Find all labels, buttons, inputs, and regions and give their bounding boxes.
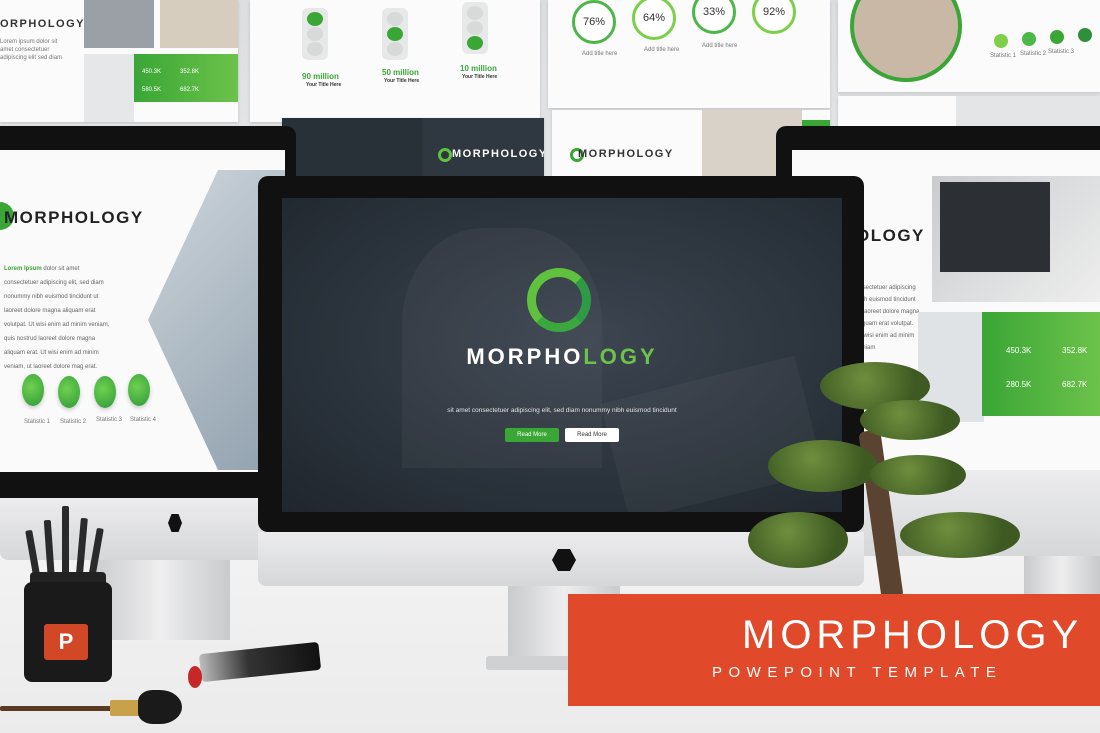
stat-bubble (58, 376, 80, 408)
slide-thumb-gauges: 76% 64% 33% 92% Add title here Add title… (548, 0, 830, 108)
gauge-value: 92% (762, 6, 786, 18)
statistic-label: Statistic 1 (24, 419, 51, 425)
traffic-value: 10 million (460, 64, 497, 73)
statistic-label: Statistic 3 (96, 417, 123, 423)
traffic-caption: Your Title Here (306, 82, 342, 88)
banner-title: MORPHOLOGY (742, 613, 1084, 657)
center-title: MORPHOLOGY (282, 344, 842, 370)
center-tagline: sit amet consectetuer adipiscing elit, s… (447, 407, 677, 414)
morphology-logo-icon (527, 268, 591, 332)
gauge-caption: Add title here (644, 47, 680, 53)
slide-brand-text: MORPHOLOGY (578, 148, 674, 160)
bonsai-foliage (870, 455, 966, 495)
gauge-caption: Add title here (582, 51, 618, 57)
bonsai-foliage (900, 512, 1020, 558)
center-monitor-screen: MORPHOLOGY sit amet consectetuer adipisc… (282, 198, 842, 512)
slide-brand-text: MORPHOLOGY (452, 148, 544, 160)
gauge-value: 64% (642, 12, 666, 24)
left-body: Lorem Ipsum dolor sit amet consectetuer … (4, 262, 112, 374)
slide-thumb-traffic: 90 million Your Title Here 50 million Yo… (250, 0, 540, 122)
stat-value: 450.3K (1006, 346, 1032, 355)
slide-thumb-profile: Statistic 1 Statistic 2 Statistic 3 (838, 0, 1100, 92)
stat-value: 580.5K (142, 87, 162, 93)
paper-photo-overlay (600, 355, 824, 512)
stat-bubble (94, 376, 116, 408)
bonsai-foliage (748, 512, 848, 568)
left-body-text: dolor sit amet consectetuer adipiscing e… (4, 266, 110, 370)
laptop-photo (932, 176, 1100, 302)
gauge-circle: 64% (632, 0, 676, 40)
traffic-light-icon (462, 2, 488, 54)
left-lead: Lorem Ipsum (4, 266, 42, 272)
stat-value: 280.5K (1006, 380, 1032, 389)
stat-value: 352.8K (1062, 346, 1088, 355)
slide-thumb-dark-brand: MORPHOLOGY (282, 118, 544, 178)
paintbrush-ferrule (110, 700, 140, 716)
statistic-label: Statistic 3 (1048, 49, 1075, 55)
stat-dot (994, 34, 1008, 48)
left-monitor-chin (0, 498, 284, 560)
paint-drip (188, 666, 202, 688)
gauge-circle: 33% (692, 0, 736, 34)
stat-value: 352.8K (180, 69, 200, 75)
slide-thumb-brand: ORPHOLOGY Lorem ipsum dolor sit amet con… (0, 0, 238, 122)
gauge-value: 33% (702, 6, 726, 18)
right-brand: OLOGY (856, 226, 925, 245)
gauge-circle: 76% (572, 0, 616, 44)
left-monitor-screen: MORPHOLOGY Lorem Ipsum dolor sit amet co… (0, 150, 285, 472)
traffic-light-icon (302, 8, 328, 60)
read-more-button[interactable]: Read More (505, 428, 559, 442)
traffic-caption: Your Title Here (384, 78, 420, 84)
bonsai-foliage (768, 440, 878, 492)
gauge-caption: Add title here (702, 43, 738, 49)
traffic-light-icon (382, 8, 408, 60)
logo-ring-icon (438, 148, 452, 162)
banner-subtitle: POWEPOINT TEMPLATE (712, 664, 1003, 681)
stat-dot (1050, 30, 1064, 44)
gauge-circle: 92% (752, 0, 796, 34)
right-body: onsectetuer adipiscing nibh euismod tinc… (856, 285, 920, 351)
office-photo (84, 54, 134, 122)
desk-photo (160, 0, 238, 48)
bonsai-foliage (860, 400, 960, 440)
stat-dot (1078, 28, 1092, 42)
read-more-secondary-button[interactable]: Read More (565, 428, 619, 442)
statistic-label: Statistic 4 (130, 417, 157, 423)
left-brand: MORPHOLOGY (4, 208, 144, 227)
center-title-accent: LOGY (583, 344, 658, 369)
statistic-label: Statistic 1 (990, 53, 1017, 59)
slide-brand-text: ORPHOLOGY (0, 18, 86, 30)
gauge-value: 76% (582, 16, 606, 28)
stat-value: 682.7K (1062, 380, 1088, 389)
statistic-label: Statistic 2 (60, 419, 87, 425)
stat-bubble (22, 374, 44, 406)
traffic-value: 90 million (302, 72, 339, 81)
traffic-value: 50 million (382, 68, 419, 77)
laptop-screen (940, 182, 1050, 272)
powerpoint-icon: P (44, 624, 88, 660)
green-stat-panel: 450.3K 352.8K 280.5K 682.7K (982, 312, 1100, 416)
traffic-caption: Your Title Here (462, 74, 498, 80)
stat-value: 450.3K (142, 69, 162, 75)
profile-photo (850, 0, 962, 82)
statistic-label: Statistic 2 (1020, 51, 1047, 57)
stat-value: 682.7K (180, 87, 200, 93)
stat-dot (1022, 32, 1036, 46)
green-stat-panel: 450.3K 352.8K 580.5K 682.7K (134, 54, 238, 102)
stat-bubble (128, 374, 150, 406)
center-title-main: MORPHO (466, 344, 584, 369)
paintbrush-bristles (138, 690, 182, 724)
laptop-photo (84, 0, 154, 48)
